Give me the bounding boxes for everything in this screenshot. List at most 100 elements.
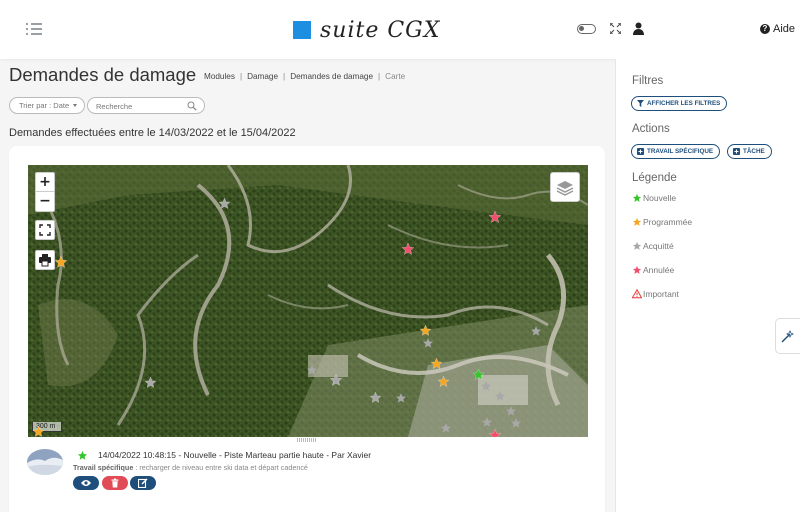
filters-heading: Filtres: [632, 75, 664, 87]
zoom-out-button[interactable]: −: [36, 192, 54, 211]
map-marker-acquitte[interactable]: [422, 337, 434, 349]
map-marker-acquitte[interactable]: [306, 364, 318, 376]
app-logo[interactable]: suite CGX: [293, 17, 440, 43]
legend-label: Annulée: [643, 265, 675, 275]
app-name: suite CGX: [320, 17, 441, 43]
legend-label: Programmée: [643, 217, 693, 227]
map-marker-programmee[interactable]: [419, 324, 432, 337]
map-marker-annulee[interactable]: [488, 428, 502, 437]
map-marker-nouvelle[interactable]: [472, 368, 485, 381]
map-view[interactable]: + − 300 m: [28, 165, 588, 437]
map-marker-programmee[interactable]: [430, 357, 443, 370]
page-title: Demandes de damage: [9, 64, 197, 85]
map-marker-acquitte[interactable]: [530, 325, 542, 337]
help-button[interactable]: ? Aide: [760, 23, 795, 35]
legend-label: Important: [643, 289, 679, 299]
entry-type: Travail spécifique: [73, 463, 134, 472]
legend-label: Acquitté: [643, 241, 674, 251]
breadcrumb-separator: |: [283, 72, 286, 81]
add-specific-work-label: TRAVAIL SPÉCIFIQUE: [647, 148, 714, 155]
breadcrumb-separator: |: [239, 72, 243, 81]
sort-dropdown[interactable]: Trier par : Date: [9, 97, 85, 114]
delete-button[interactable]: [102, 476, 128, 490]
date-range-text: Demandes effectuées entre le 14/03/2022 …: [9, 127, 296, 139]
map-marker-acquitte[interactable]: [494, 390, 506, 402]
map-marker-acquitte[interactable]: [505, 405, 517, 417]
map-marker-acquitte[interactable]: [510, 417, 522, 429]
list-item[interactable]: 14/04/2022 10:48:15 - Nouvelle - Piste M…: [27, 449, 587, 509]
search-input[interactable]: [96, 100, 186, 112]
theme-toggle[interactable]: [577, 24, 596, 34]
map-marker-annulee[interactable]: [401, 242, 415, 256]
help-label: Aide: [773, 23, 796, 35]
breadcrumb-carte: Carte: [385, 72, 406, 81]
map-marker-acquitte[interactable]: [144, 376, 157, 389]
add-specific-work-button[interactable]: TRAVAIL SPÉCIFIQUE: [631, 144, 721, 159]
search-box: [87, 97, 205, 114]
star-icon: [77, 450, 88, 460]
warning-icon: [632, 289, 642, 299]
star-icon: [632, 241, 642, 250]
fullscreen-icon[interactable]: [610, 23, 621, 34]
show-filters-button[interactable]: AFFICHER LES FILTRES: [631, 96, 728, 111]
layers-icon: [556, 181, 574, 196]
entry-thumbnail[interactable]: [27, 449, 63, 475]
map-marker-annulee[interactable]: [488, 210, 502, 224]
map-resize-handle[interactable]: [297, 438, 317, 442]
map-marker-acquitte[interactable]: [440, 422, 452, 434]
magic-wand-icon: [781, 330, 794, 343]
breadcrumb-damage[interactable]: Damage: [247, 72, 278, 81]
map-marker-acquitte[interactable]: [369, 391, 382, 404]
legend-item-acquitte: Acquitté: [632, 241, 674, 251]
star-icon: [632, 217, 642, 226]
map-marker-acquitte[interactable]: [481, 416, 493, 428]
entry-title: 14/04/2022 10:48:15 - Nouvelle - Piste M…: [98, 450, 372, 460]
side-panel: Filtres AFFICHER LES FILTRES Actions TRA…: [615, 59, 800, 512]
legend-label: Nouvelle: [643, 193, 677, 203]
entry-description: Travail spécifique : recharger de niveau…: [73, 463, 308, 472]
breadcrumb-separator: |: [378, 72, 381, 81]
map-marker-programmee[interactable]: [437, 375, 450, 388]
legend-heading: Légende: [632, 172, 677, 184]
map-marker-acquitte[interactable]: [395, 392, 407, 404]
breadcrumb-modules[interactable]: Modules: [204, 72, 235, 81]
menu-toggle-icon[interactable]: [26, 23, 42, 35]
edit-button[interactable]: [130, 476, 156, 490]
layers-button[interactable]: [550, 172, 580, 202]
actions-heading: Actions: [632, 123, 670, 135]
entry-description-text: : recharger de niveau entre ski data et …: [133, 463, 308, 472]
legend-item-important: Important: [632, 289, 679, 299]
map-marker-programmee[interactable]: [54, 255, 68, 269]
filter-icon: [637, 100, 644, 107]
map-marker-acquitte[interactable]: [218, 197, 231, 210]
main-content: Demandes de damage Modules | Damage | De…: [0, 59, 615, 512]
trash-icon: [111, 478, 119, 488]
caret-down-icon: [73, 104, 78, 107]
map-print-button[interactable]: [35, 250, 55, 270]
add-task-button[interactable]: TÂCHE: [727, 144, 772, 159]
user-icon[interactable]: [633, 22, 644, 35]
snow-photo-icon: [27, 449, 63, 475]
logo-square-icon: [293, 21, 311, 39]
edit-icon: [138, 478, 148, 488]
magic-wand-button[interactable]: [775, 318, 800, 354]
zoom-in-button[interactable]: +: [36, 173, 54, 192]
add-task-label: TÂCHE: [743, 148, 765, 155]
expand-icon: [39, 224, 51, 236]
breadcrumb-demandes[interactable]: Demandes de damage: [290, 72, 373, 81]
legend-item-annulee: Annulée: [632, 265, 674, 275]
map-fullscreen-button[interactable]: [35, 220, 55, 240]
star-icon: [632, 265, 642, 274]
search-icon[interactable]: [187, 101, 197, 111]
sort-label: Trier par : Date: [19, 101, 70, 110]
printer-icon: [39, 254, 51, 267]
map-marker-acquitte[interactable]: [329, 373, 343, 387]
plus-square-icon: [733, 148, 740, 155]
map-marker-programmee[interactable]: [32, 425, 45, 438]
top-bar: suite CGX ? Aide: [0, 0, 800, 59]
view-button[interactable]: [73, 476, 99, 490]
map-marker-acquitte[interactable]: [480, 380, 492, 392]
question-circle-icon: ?: [760, 24, 770, 34]
legend-item-nouvelle: Nouvelle: [632, 193, 676, 203]
breadcrumb: Modules | Damage | Demandes de damage | …: [204, 72, 405, 81]
